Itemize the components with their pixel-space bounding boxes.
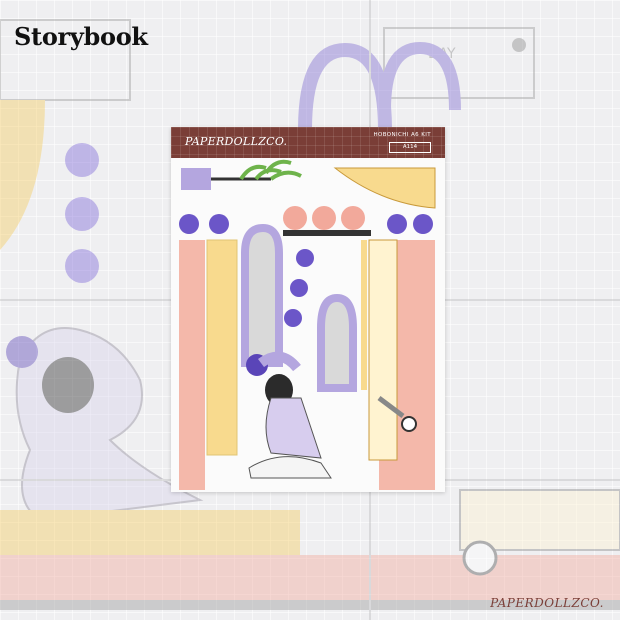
purple-dot [209, 214, 229, 234]
plant-sticker [239, 159, 302, 181]
peach-ball [341, 206, 365, 230]
roller-wheel [401, 416, 417, 432]
bg-purple-dot-1 [65, 143, 99, 177]
peach-ball [283, 206, 307, 230]
sticker-art [179, 159, 436, 490]
purple-dot [413, 214, 433, 234]
kit-code: A114 [389, 142, 431, 153]
yellow-bar [361, 240, 367, 390]
purple-dot [284, 309, 302, 327]
product-image: DAY Storybook PAPERDOLLZCO. HOBONICHI A6… [0, 0, 620, 620]
purple-dot [296, 249, 314, 267]
peach-strip [179, 240, 205, 490]
yellow-arc-sticker [333, 167, 436, 209]
shelf [283, 230, 371, 236]
cream-strip [368, 239, 398, 461]
purple-dot [387, 214, 407, 234]
bg-wheel [462, 540, 498, 576]
bg-yellow-arc [0, 100, 45, 250]
yoga-girl-legs [248, 456, 332, 479]
bg-purple-dot-3 [65, 249, 99, 283]
bg-mirror-frame [298, 42, 392, 131]
bg-ball [6, 336, 38, 368]
purple-dot [179, 214, 199, 234]
peach-ball [312, 206, 336, 230]
bg-mat-yellow [0, 510, 300, 560]
bg-purple-dot-2 [65, 197, 99, 231]
sheet-brand-logo: PAPERDOLLZCO. [185, 135, 288, 148]
sheet-header: PAPERDOLLZCO. HOBONICHI A6 KIT A114 [171, 127, 445, 158]
bg-head [42, 357, 94, 413]
yoga-girl-body [265, 397, 322, 459]
sticker-box [181, 168, 211, 190]
mirror-sticker [317, 293, 357, 392]
purple-dot [290, 279, 308, 297]
storybook-label: Storybook [14, 22, 148, 51]
kit-name: HOBONICHI A6 KIT [373, 132, 431, 138]
bg-mirror-frame-right [379, 41, 461, 111]
footer-brand-logo: PAPERDOLLZCO. [490, 596, 604, 610]
yellow-strip [207, 240, 237, 455]
sticker-sheet: PAPERDOLLZCO. HOBONICHI A6 KIT A114 [171, 127, 445, 492]
bg-dot [512, 38, 526, 52]
mirror-sticker [241, 223, 283, 367]
